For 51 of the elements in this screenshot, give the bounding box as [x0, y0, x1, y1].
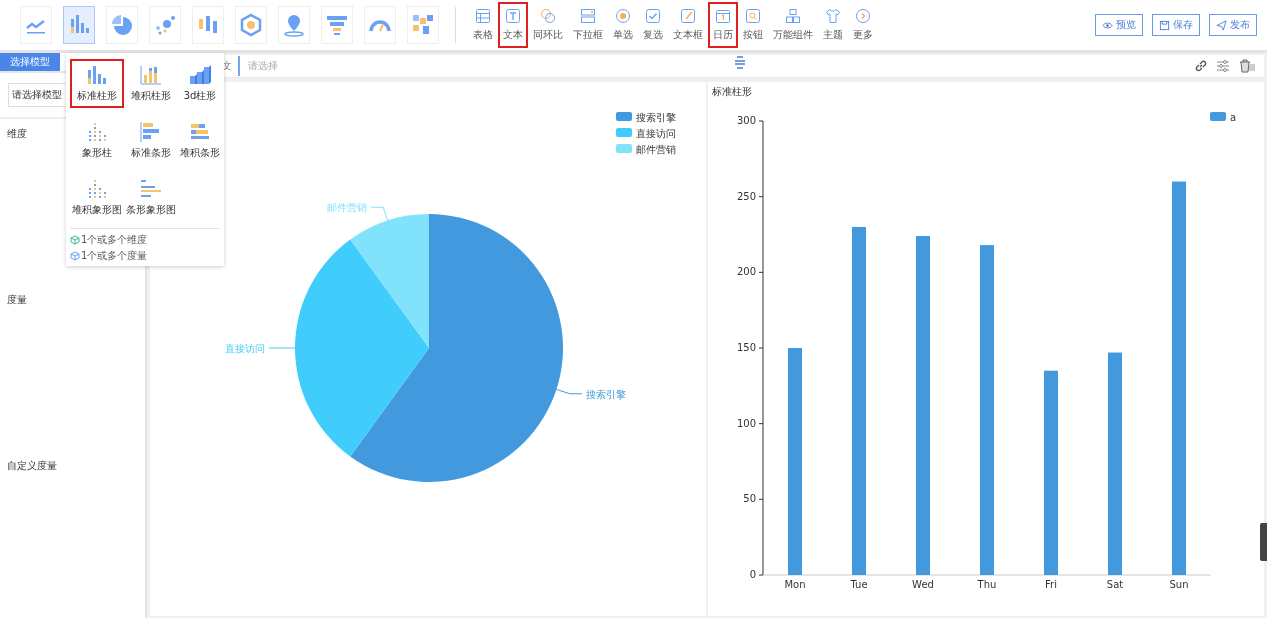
chart-option[interactable]: 象形柱	[70, 116, 124, 165]
chart-option[interactable]: 条形象形图	[124, 173, 178, 222]
section-label: 维度	[7, 128, 27, 139]
category-label: Mon	[784, 579, 806, 590]
widget-button[interactable]: 下拉框	[568, 2, 608, 48]
slice-label: 邮件营销	[327, 202, 368, 214]
widget-button[interactable]: 主题	[818, 2, 848, 48]
widget-button[interactable]: 按钮	[738, 2, 768, 48]
category-label: Thu	[977, 579, 997, 590]
hint-text: 1个或多个维度	[81, 233, 148, 247]
tick-label: 50	[743, 493, 756, 505]
chart-option[interactable]: 3d柱形	[178, 59, 222, 108]
legend-label: 搜索引擎	[636, 112, 676, 123]
tick-label: 200	[736, 266, 756, 278]
widget-button[interactable]: 文本	[498, 2, 528, 48]
tick-label: 250	[736, 190, 756, 202]
tick-label: 0	[749, 569, 756, 580]
tick-label: 150	[736, 342, 756, 353]
chart-option[interactable]: 堆积柱形	[124, 59, 178, 108]
slice-label: 搜索引擎	[585, 388, 626, 400]
category-label: Wed	[912, 579, 934, 590]
chart-option[interactable]: 标准条形	[124, 116, 178, 165]
section-label: 自定义度量	[7, 460, 57, 471]
sidebar-tab[interactable]: 选择模型	[0, 53, 60, 71]
widget-button[interactable]: 文本框	[668, 2, 708, 48]
category-label: Tue	[850, 579, 868, 590]
toolbar-button[interactable]: 预览	[1095, 14, 1143, 36]
category-label: Sun	[1169, 579, 1189, 590]
chart-title: 标准柱形	[712, 85, 752, 99]
category-label: Sat	[1106, 579, 1124, 590]
legend-label: a	[1230, 112, 1237, 123]
tick-label: 300	[736, 115, 756, 126]
chart-option[interactable]: 堆积条形	[178, 116, 222, 165]
widget-button[interactable]: 更多	[848, 2, 878, 48]
legend-label: 邮件营销	[636, 144, 676, 155]
chart-option[interactable]: 堆积象形图	[70, 173, 124, 222]
widget-button[interactable]: 表格	[468, 2, 498, 48]
tick-label: 100	[736, 417, 756, 429]
chart-option[interactable]: 标准柱形	[70, 59, 124, 108]
hint-text: 1个或多个度量	[81, 249, 148, 263]
widget-button[interactable]: 复选	[638, 2, 668, 48]
toolbar-button[interactable]: 保存	[1152, 14, 1200, 36]
section-label: 度量	[7, 294, 27, 305]
toolbar-button[interactable]: 发布	[1209, 14, 1257, 36]
widget-button[interactable]: 日历	[708, 2, 738, 48]
widget-button[interactable]: 单选	[608, 2, 638, 48]
legend-label: 直接访问	[636, 128, 676, 139]
category-label: Fri	[1045, 579, 1057, 590]
widget-button[interactable]: 万能组件	[768, 2, 818, 48]
slice-label: 直接访问	[225, 343, 265, 354]
widget-button[interactable]: 同环比	[528, 2, 568, 48]
